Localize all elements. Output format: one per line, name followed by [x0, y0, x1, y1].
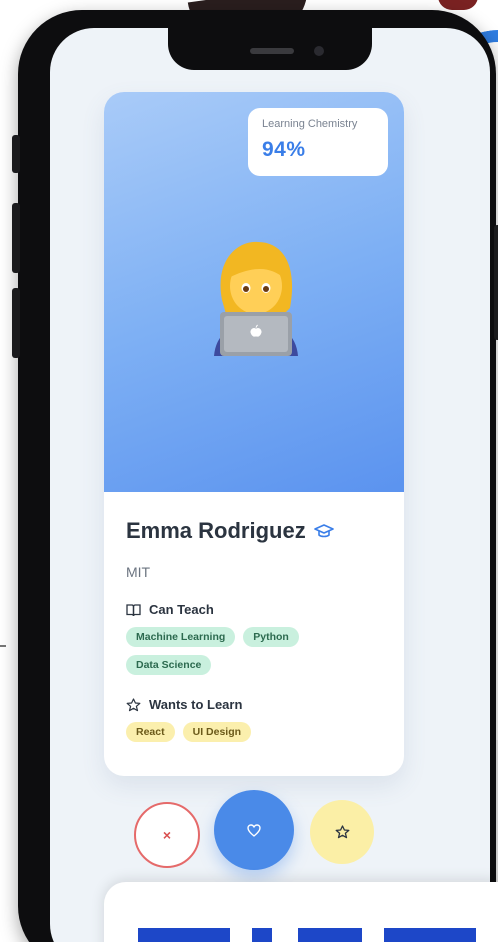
overlay-graphic [298, 928, 362, 942]
skill-tag[interactable]: React [126, 722, 175, 742]
heart-icon [247, 823, 261, 837]
skill-tag[interactable]: Data Science [126, 655, 212, 675]
can-teach-tags: Machine Learning Python Data Science [126, 627, 346, 683]
can-teach-section: Can Teach [126, 602, 386, 617]
chemistry-label: Learning Chemistry [262, 118, 358, 130]
chemistry-value: 94% [262, 138, 306, 161]
overlay-card [104, 882, 498, 942]
phone-power-button [494, 225, 498, 340]
woman-technologist-icon [214, 241, 298, 356]
pass-button[interactable]: × [134, 802, 200, 868]
profile-name: Emma Rodriguez [126, 518, 306, 543]
background-mark [0, 645, 6, 647]
front-camera [314, 46, 324, 56]
overlay-graphic [252, 928, 272, 942]
wants-to-learn-title: Wants to Learn [149, 697, 243, 712]
can-teach-title: Can Teach [149, 602, 214, 617]
speaker-grille [250, 48, 294, 54]
name-row: Emma Rodriguez [126, 518, 386, 544]
profile-info: Emma Rodriguez MIT Can Teach Machine Lea… [126, 518, 386, 750]
phone-volume-down-button [12, 288, 20, 358]
background-decoration [438, 0, 478, 10]
book-icon [126, 603, 141, 616]
learning-chemistry-badge: Learning Chemistry 94% [248, 108, 388, 176]
wants-to-learn-section: Wants to Learn [126, 697, 386, 712]
star-icon [126, 697, 141, 711]
profile-hero: Learning Chemistry 94% [104, 92, 404, 492]
phone-mockup: Learning Chemistry 94% Emma Rodriguez MI… [12, 10, 498, 942]
overlay-graphic [138, 928, 230, 942]
overlay-graphic [384, 928, 476, 942]
star-icon [335, 825, 349, 839]
phone-volume-up-button [12, 203, 20, 273]
like-button[interactable] [214, 790, 294, 870]
skill-tag[interactable]: UI Design [182, 722, 252, 742]
favorite-button[interactable] [310, 800, 374, 864]
graduation-cap-icon [313, 524, 334, 538]
skill-tag[interactable]: Python [243, 627, 299, 647]
close-icon: × [162, 827, 172, 843]
skill-tag[interactable]: Machine Learning [126, 627, 236, 647]
phone-notch [168, 28, 372, 70]
profile-card[interactable]: Learning Chemistry 94% Emma Rodriguez MI… [104, 92, 404, 776]
phone-side-button [12, 135, 20, 173]
wants-to-learn-tags: React UI Design [126, 722, 346, 750]
phone-screen: Learning Chemistry 94% Emma Rodriguez MI… [50, 28, 490, 942]
profile-school: MIT [126, 564, 151, 580]
